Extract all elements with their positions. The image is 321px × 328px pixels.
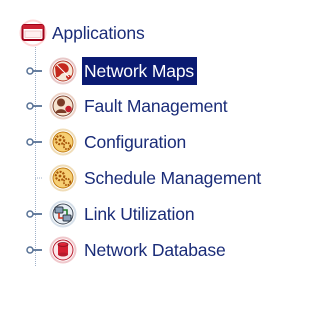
tree-item-label: Configuration [84,132,187,152]
tree-item-label: Fault Management [84,96,228,116]
tree-item-label: Link Utilization [84,204,195,224]
tree-item-link-utilization[interactable]: Link Utilization [24,199,197,229]
tree-connector [24,163,48,193]
tree-root-applications[interactable]: Applications [18,18,148,48]
tree-item-network-database[interactable]: Network Database [24,235,229,265]
fault-management-icon [48,91,78,121]
tree-root-label: Applications [52,23,145,43]
tree-item-handle[interactable] [24,235,48,265]
tree-item-handle[interactable] [24,127,48,157]
tree-item-handle[interactable] [24,91,48,121]
configuration-icon [48,127,78,157]
tree-item-configuration[interactable]: Configuration [24,127,189,157]
tree-item-label: Network Maps [82,57,198,85]
network-maps-icon [48,56,78,86]
tree-item-label: Schedule Management [84,168,262,188]
window-icon [18,18,48,48]
schedule-management-icon [48,163,78,193]
link-utilization-icon [48,199,78,229]
tree-item-schedule-management[interactable]: Schedule Management [24,163,264,193]
tree-item-handle[interactable] [24,199,48,229]
tree-item-network-maps[interactable]: Network Maps [24,56,198,86]
tree-item-handle[interactable] [24,56,48,86]
application-tree: Applications Network Maps Fault Manageme… [0,0,321,328]
network-database-icon [48,235,78,265]
tree-item-label: Network Database [84,240,226,260]
tree-item-fault-management[interactable]: Fault Management [24,91,231,121]
